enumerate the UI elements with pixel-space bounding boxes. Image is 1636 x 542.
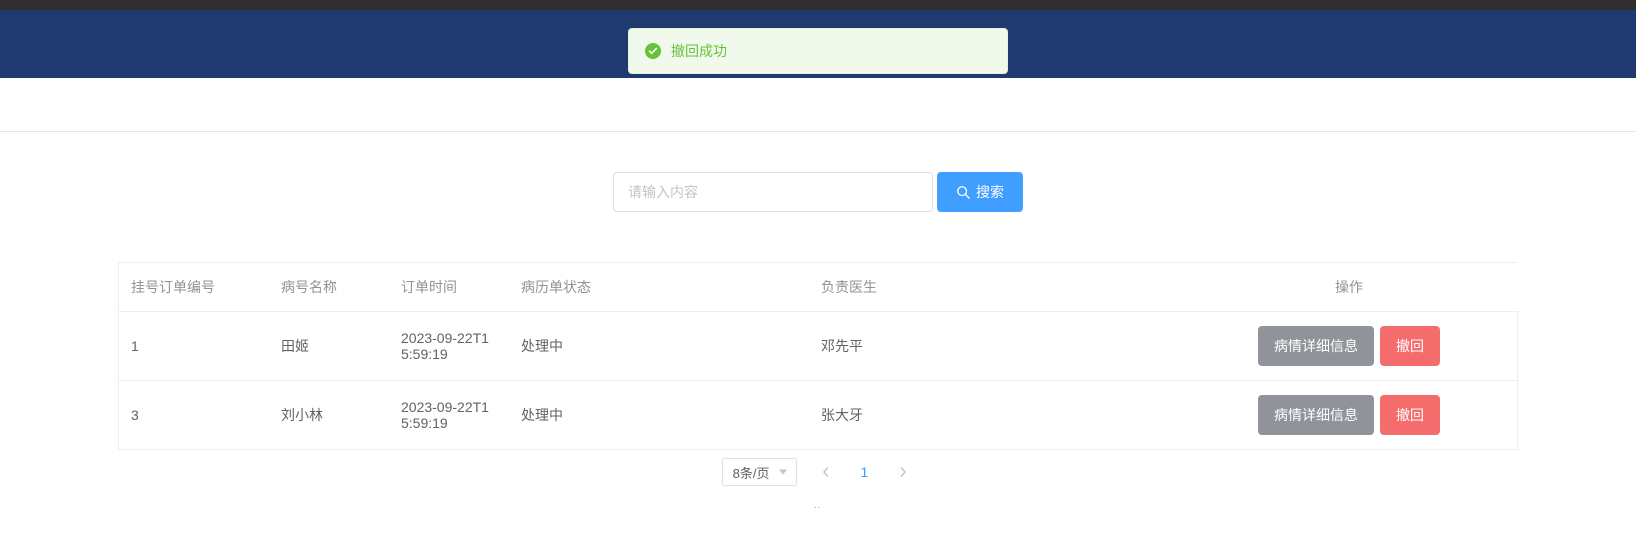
pagination: 8条/页 1 — [0, 450, 1636, 506]
cell-patient_name: 刘小林 — [269, 381, 389, 450]
detail-button[interactable]: 病情详细信息 — [1258, 395, 1374, 435]
chevron-left-icon — [821, 467, 831, 477]
search-input[interactable] — [613, 172, 933, 212]
th-order-id: 挂号订单编号 — [119, 263, 269, 312]
cell-doctor: 张大牙 — [809, 381, 929, 450]
th-operate: 操作 — [1179, 263, 1519, 312]
page-size-select[interactable]: 8条/页 — [722, 458, 797, 486]
cell-blank — [929, 381, 1179, 450]
table-row: 1田姬2023-09-22T15:59:19处理中邓先平 病情详细信息撤回 — [119, 312, 1519, 381]
th-patient-name: 病号名称 — [269, 263, 389, 312]
search-icon — [956, 185, 970, 199]
page-number-current[interactable]: 1 — [855, 464, 875, 480]
main-content: 搜索 挂号订单编号 病号名称 订单时间 病历单状态 负责医生 操作 1田姬202… — [0, 132, 1636, 511]
withdraw-button[interactable]: 撤回 — [1380, 395, 1440, 435]
toast-message: 撤回成功 — [671, 41, 727, 61]
search-row: 搜索 — [0, 172, 1636, 212]
success-icon — [645, 43, 661, 59]
cell-order_id: 1 — [119, 312, 269, 381]
search-button-label: 搜索 — [976, 182, 1004, 202]
th-doctor: 负责医生 — [809, 263, 929, 312]
data-table: 挂号订单编号 病号名称 订单时间 病历单状态 负责医生 操作 1田姬2023-0… — [118, 262, 1518, 450]
sub-header — [0, 78, 1636, 132]
th-blank — [929, 263, 1179, 312]
success-toast: 撤回成功 — [628, 28, 1008, 74]
table-row: 3刘小林2023-09-22T15:59:19处理中张大牙 病情详细信息撤回 — [119, 381, 1519, 450]
cell-order_time: 2023-09-22T15:59:19 — [389, 312, 509, 381]
header-bar: 撤回成功 — [0, 10, 1636, 78]
cell-patient_name: 田姬 — [269, 312, 389, 381]
chevron-right-icon — [898, 467, 908, 477]
cell-operate: 病情详细信息撤回 — [1179, 312, 1519, 381]
th-record-status: 病历单状态 — [509, 263, 809, 312]
cell-doctor: 邓先平 — [809, 312, 929, 381]
cell-operate: 病情详细信息撤回 — [1179, 381, 1519, 450]
detail-button[interactable]: 病情详细信息 — [1258, 326, 1374, 366]
cell-order_id: 3 — [119, 381, 269, 450]
th-order-time: 订单时间 — [389, 263, 509, 312]
window-top-strip — [0, 0, 1636, 10]
cell-record_status: 处理中 — [509, 312, 809, 381]
cell-record_status: 处理中 — [509, 381, 809, 450]
page-next[interactable] — [892, 464, 914, 480]
withdraw-button[interactable]: 撤回 — [1380, 326, 1440, 366]
cell-blank — [929, 312, 1179, 381]
search-button[interactable]: 搜索 — [937, 172, 1023, 212]
table-header-row: 挂号订单编号 病号名称 订单时间 病历单状态 负责医生 操作 — [119, 263, 1519, 312]
page-prev[interactable] — [815, 464, 837, 480]
cell-order_time: 2023-09-22T15:59:19 — [389, 381, 509, 450]
page-size-label: 8条/页 — [733, 463, 770, 482]
